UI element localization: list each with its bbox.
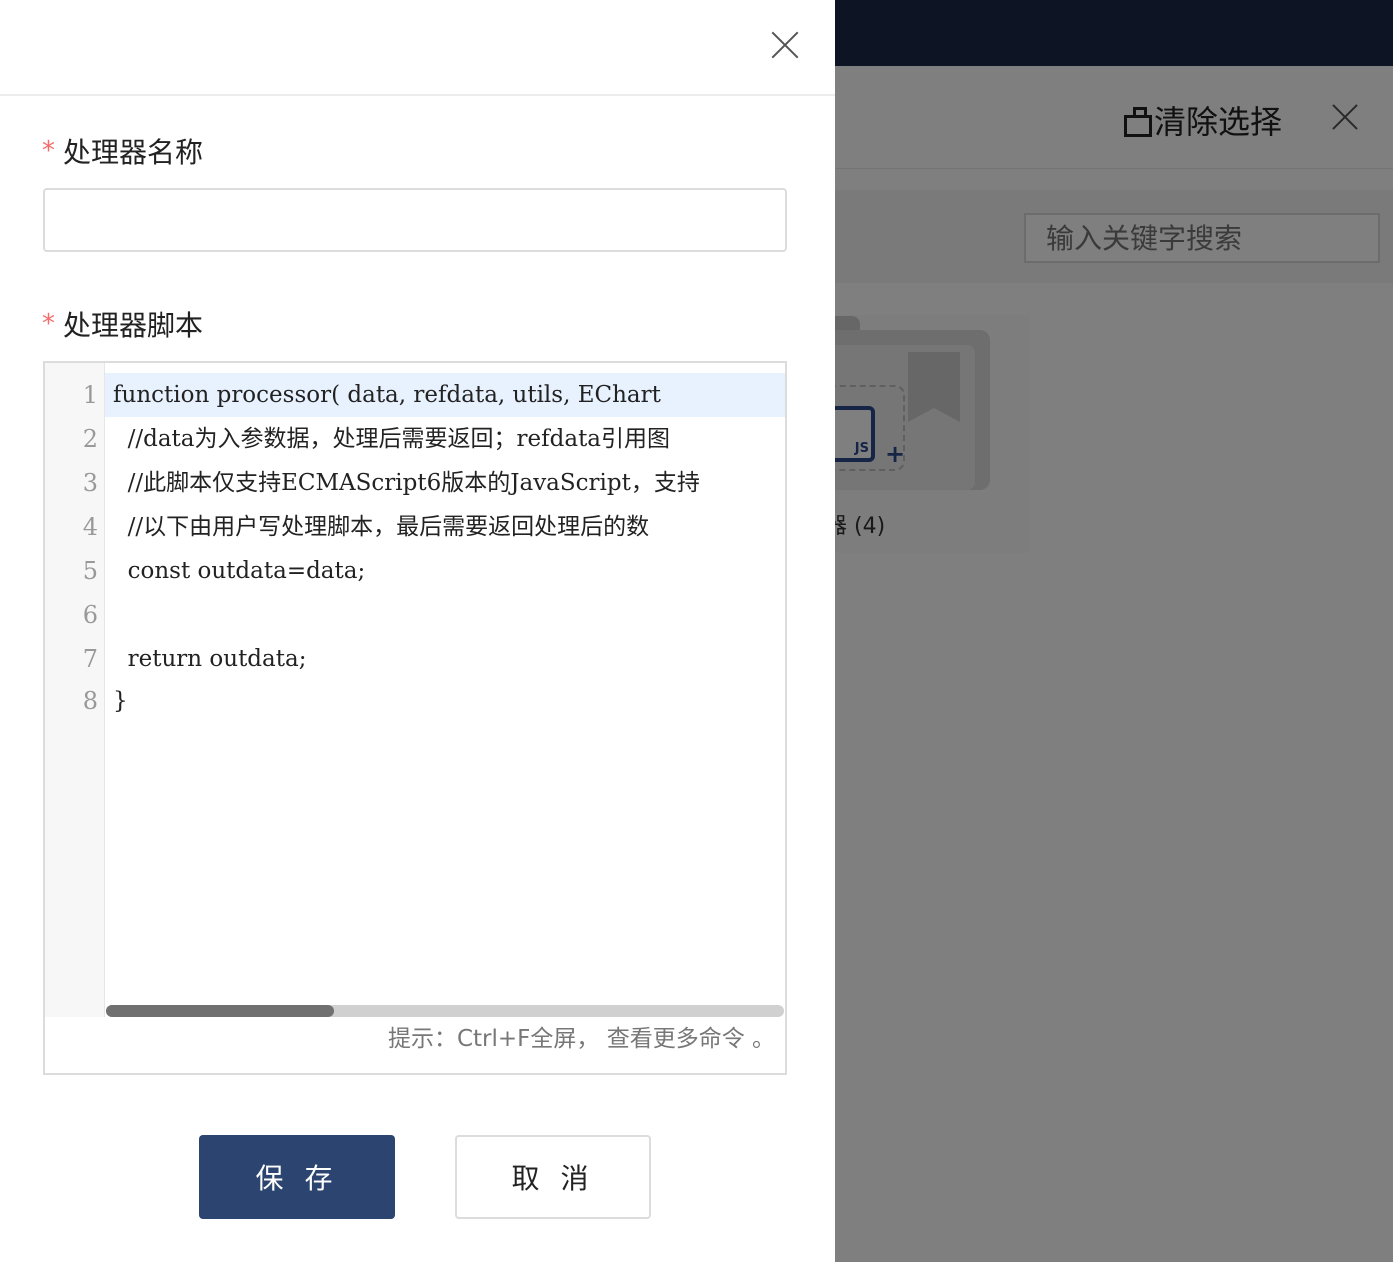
name-field-label: * 处理器名称 — [42, 131, 203, 171]
line-number: 1 — [82, 381, 98, 409]
code-line: //此脚本仅支持ECMAScript6版本的JavaScript，支持 — [113, 470, 700, 496]
processor-drawer: * 处理器名称 * 处理器脚本 1 2 3 4 5 6 7 8 function… — [0, 0, 835, 1262]
cancel-button[interactable]: 取 消 — [455, 1135, 651, 1219]
name-label-text: 处理器名称 — [63, 136, 204, 169]
line-number: 5 — [82, 557, 98, 585]
code-editor[interactable]: 1 2 3 4 5 6 7 8 function processor( data… — [43, 361, 787, 1075]
script-label-text: 处理器脚本 — [63, 309, 204, 342]
horizontal-scrollbar-thumb[interactable] — [106, 1005, 334, 1017]
code-line: //以下由用户写处理脚本，最后需要返回处理后的数 — [113, 514, 650, 540]
line-number: 2 — [82, 425, 98, 453]
save-button[interactable]: 保 存 — [199, 1135, 395, 1219]
line-number: 4 — [82, 513, 98, 541]
line-number: 3 — [82, 469, 98, 497]
close-icon[interactable] — [770, 30, 800, 60]
drawer-header — [0, 0, 835, 96]
code-text-area[interactable]: function processor( data, refdata, utils… — [105, 363, 785, 1017]
code-line: } — [113, 688, 128, 714]
line-number: 6 — [82, 601, 98, 629]
required-mark: * — [42, 309, 55, 339]
line-number: 7 — [82, 645, 98, 673]
editor-hint: 提示：Ctrl+F全屏， 查看更多命令 。 — [387, 1026, 775, 1052]
code-line: return outdata; — [113, 646, 307, 672]
required-mark: * — [42, 136, 55, 166]
line-number-gutter: 1 2 3 4 5 6 7 8 — [45, 363, 105, 1017]
code-line: //data为入参数据，处理后需要返回；refdata引用图 — [113, 426, 671, 452]
code-line: const outdata=data; — [113, 558, 366, 584]
line-number: 8 — [82, 687, 98, 715]
code-line: function processor( data, refdata, utils… — [113, 382, 661, 408]
processor-name-input[interactable] — [43, 188, 787, 252]
script-field-label: * 处理器脚本 — [42, 304, 203, 344]
